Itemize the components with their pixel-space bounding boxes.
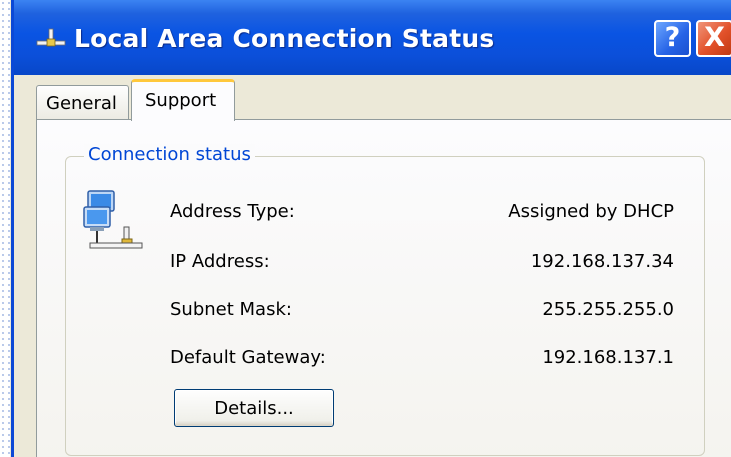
ip-address-value: 192.168.137.34: [530, 251, 674, 272]
close-icon: X: [704, 22, 725, 53]
tab-panel-support: Connection status Address Type: Assigned…: [36, 119, 731, 457]
address-type-label: Address Type:: [170, 201, 295, 222]
help-button[interactable]: ?: [654, 20, 691, 57]
tab-support-label: Support: [145, 90, 217, 111]
connection-status-group: Connection status Address Type: Assigned…: [65, 144, 705, 456]
background-edge: [0, 0, 10, 457]
window-title: Local Area Connection Status: [74, 24, 495, 53]
tab-support[interactable]: Support: [131, 79, 235, 121]
help-icon: ?: [664, 22, 681, 53]
dialog-window: Local Area Connection Status ? X General…: [11, 0, 731, 457]
group-title: Connection status: [84, 144, 255, 165]
close-button[interactable]: X: [696, 20, 731, 57]
network-connection-icon: [36, 28, 66, 47]
screenshot-frame: Local Area Connection Status ? X General…: [0, 0, 731, 457]
default-gateway-value: 192.168.137.1: [542, 347, 674, 368]
details-button[interactable]: Details...: [174, 389, 334, 427]
network-computers-icon: [83, 190, 143, 249]
default-gateway-label: Default Gateway:: [170, 347, 326, 368]
tab-general[interactable]: General: [36, 85, 129, 119]
address-type-value: Assigned by DHCP: [508, 201, 674, 222]
title-bar[interactable]: Local Area Connection Status ? X: [14, 0, 731, 75]
subnet-mask-label: Subnet Mask:: [170, 299, 292, 320]
tab-general-label: General: [46, 93, 117, 114]
ip-address-label: IP Address:: [170, 251, 270, 272]
subnet-mask-value: 255.255.255.0: [542, 299, 674, 320]
